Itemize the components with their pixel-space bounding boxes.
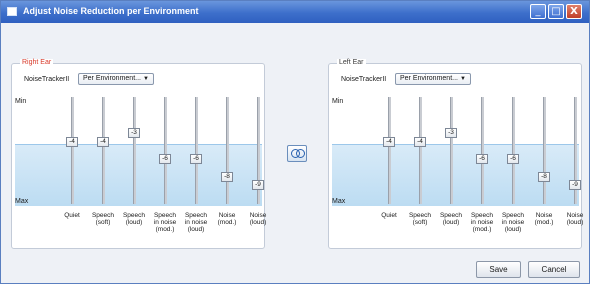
save-button[interactable]: Save bbox=[476, 261, 521, 278]
slider-thumb[interactable]: -6 bbox=[190, 154, 202, 165]
slider-thumb[interactable]: -3 bbox=[128, 128, 140, 139]
band-edge bbox=[332, 144, 579, 145]
slider-thumb[interactable]: -4 bbox=[414, 136, 426, 147]
slider-label: Speech (loud) bbox=[439, 212, 463, 226]
slider-thumb[interactable]: -9 bbox=[252, 180, 264, 191]
title-bar: Adjust Noise Reduction per Environment _… bbox=[1, 1, 589, 23]
close-button[interactable]: X bbox=[566, 4, 582, 19]
left-ear-panel: Left Ear NoiseTrackerII Per Environment.… bbox=[328, 59, 583, 249]
slider-label: Noise (mod.) bbox=[217, 212, 237, 226]
slider-label: Speech in noise (mod.) bbox=[470, 212, 494, 233]
dropdown-value: Per Environment... bbox=[83, 75, 141, 82]
slider-thumb[interactable]: -4 bbox=[66, 136, 78, 147]
slider-thumb[interactable]: -4 bbox=[383, 136, 395, 147]
max-label: Max bbox=[332, 198, 346, 205]
panel-legend: Right Ear bbox=[20, 59, 54, 66]
band-edge bbox=[15, 144, 262, 145]
max-label: Max bbox=[15, 198, 29, 205]
slider-track[interactable] bbox=[102, 97, 105, 204]
window-title: Adjust Noise Reduction per Environment bbox=[23, 6, 199, 16]
slider-area: -4 -4 -3 -6 -6 -8 -9 bbox=[332, 94, 581, 206]
slider-track[interactable] bbox=[450, 97, 453, 204]
min-label: Min bbox=[15, 98, 27, 105]
slider-thumb[interactable]: -6 bbox=[476, 154, 488, 165]
chevron-down-icon: ▼ bbox=[460, 76, 466, 82]
link-ears-icon bbox=[296, 149, 305, 158]
slider-track[interactable] bbox=[195, 97, 198, 204]
slider-track[interactable] bbox=[481, 97, 484, 204]
slider-track[interactable] bbox=[419, 97, 422, 204]
slider-track[interactable] bbox=[388, 97, 391, 204]
slider-track[interactable] bbox=[226, 97, 229, 204]
slider-label: Quiet bbox=[64, 212, 80, 219]
slider-thumb[interactable]: -6 bbox=[159, 154, 171, 165]
slider-thumb[interactable]: -9 bbox=[569, 180, 581, 191]
panel-legend: Left Ear bbox=[337, 59, 366, 66]
chevron-down-icon: ▼ bbox=[143, 76, 149, 82]
dropdown-value: Per Environment... bbox=[400, 75, 458, 82]
slider-label: Noise (loud) bbox=[249, 212, 267, 226]
link-ears-button[interactable] bbox=[287, 145, 307, 162]
min-label: Min bbox=[332, 98, 344, 105]
slider-label: Noise (mod.) bbox=[534, 212, 554, 226]
slider-label: Speech (soft) bbox=[91, 212, 115, 226]
slider-label: Speech in noise (loud) bbox=[501, 212, 525, 233]
slider-thumb[interactable]: -6 bbox=[507, 154, 519, 165]
slider-track[interactable] bbox=[133, 97, 136, 204]
minimize-button[interactable]: _ bbox=[530, 4, 546, 19]
slider-track[interactable] bbox=[512, 97, 515, 204]
environment-dropdown[interactable]: Per Environment... ▼ bbox=[395, 73, 471, 85]
slider-track[interactable] bbox=[543, 97, 546, 204]
slider-track[interactable] bbox=[164, 97, 167, 204]
noisetracker-label: NoiseTrackerII bbox=[24, 76, 70, 83]
window-app-icon bbox=[7, 7, 17, 16]
slider-label: Speech (loud) bbox=[122, 212, 146, 226]
slider-track[interactable] bbox=[71, 97, 74, 204]
slider-thumb[interactable]: -3 bbox=[445, 128, 457, 139]
right-ear-panel: Right Ear NoiseTrackerII Per Environment… bbox=[11, 59, 266, 249]
maximize-button[interactable]: □ bbox=[548, 4, 564, 19]
slider-label: Quiet bbox=[381, 212, 397, 219]
slider-label: Speech in noise (mod.) bbox=[153, 212, 177, 233]
slider-label: Speech in noise (loud) bbox=[184, 212, 208, 233]
slider-label: Noise (loud) bbox=[566, 212, 584, 226]
slider-thumb[interactable]: -8 bbox=[221, 171, 233, 182]
slider-label: Speech (soft) bbox=[408, 212, 432, 226]
noisetracker-label: NoiseTrackerII bbox=[341, 76, 387, 83]
slider-area: -4 -4 -3 -6 -6 -8 -9 bbox=[15, 94, 264, 206]
slider-thumb[interactable]: -8 bbox=[538, 171, 550, 182]
slider-thumb[interactable]: -4 bbox=[97, 136, 109, 147]
environment-dropdown[interactable]: Per Environment... ▼ bbox=[78, 73, 154, 85]
dialog-window: Adjust Noise Reduction per Environment _… bbox=[0, 0, 590, 284]
cancel-button[interactable]: Cancel bbox=[528, 261, 580, 278]
